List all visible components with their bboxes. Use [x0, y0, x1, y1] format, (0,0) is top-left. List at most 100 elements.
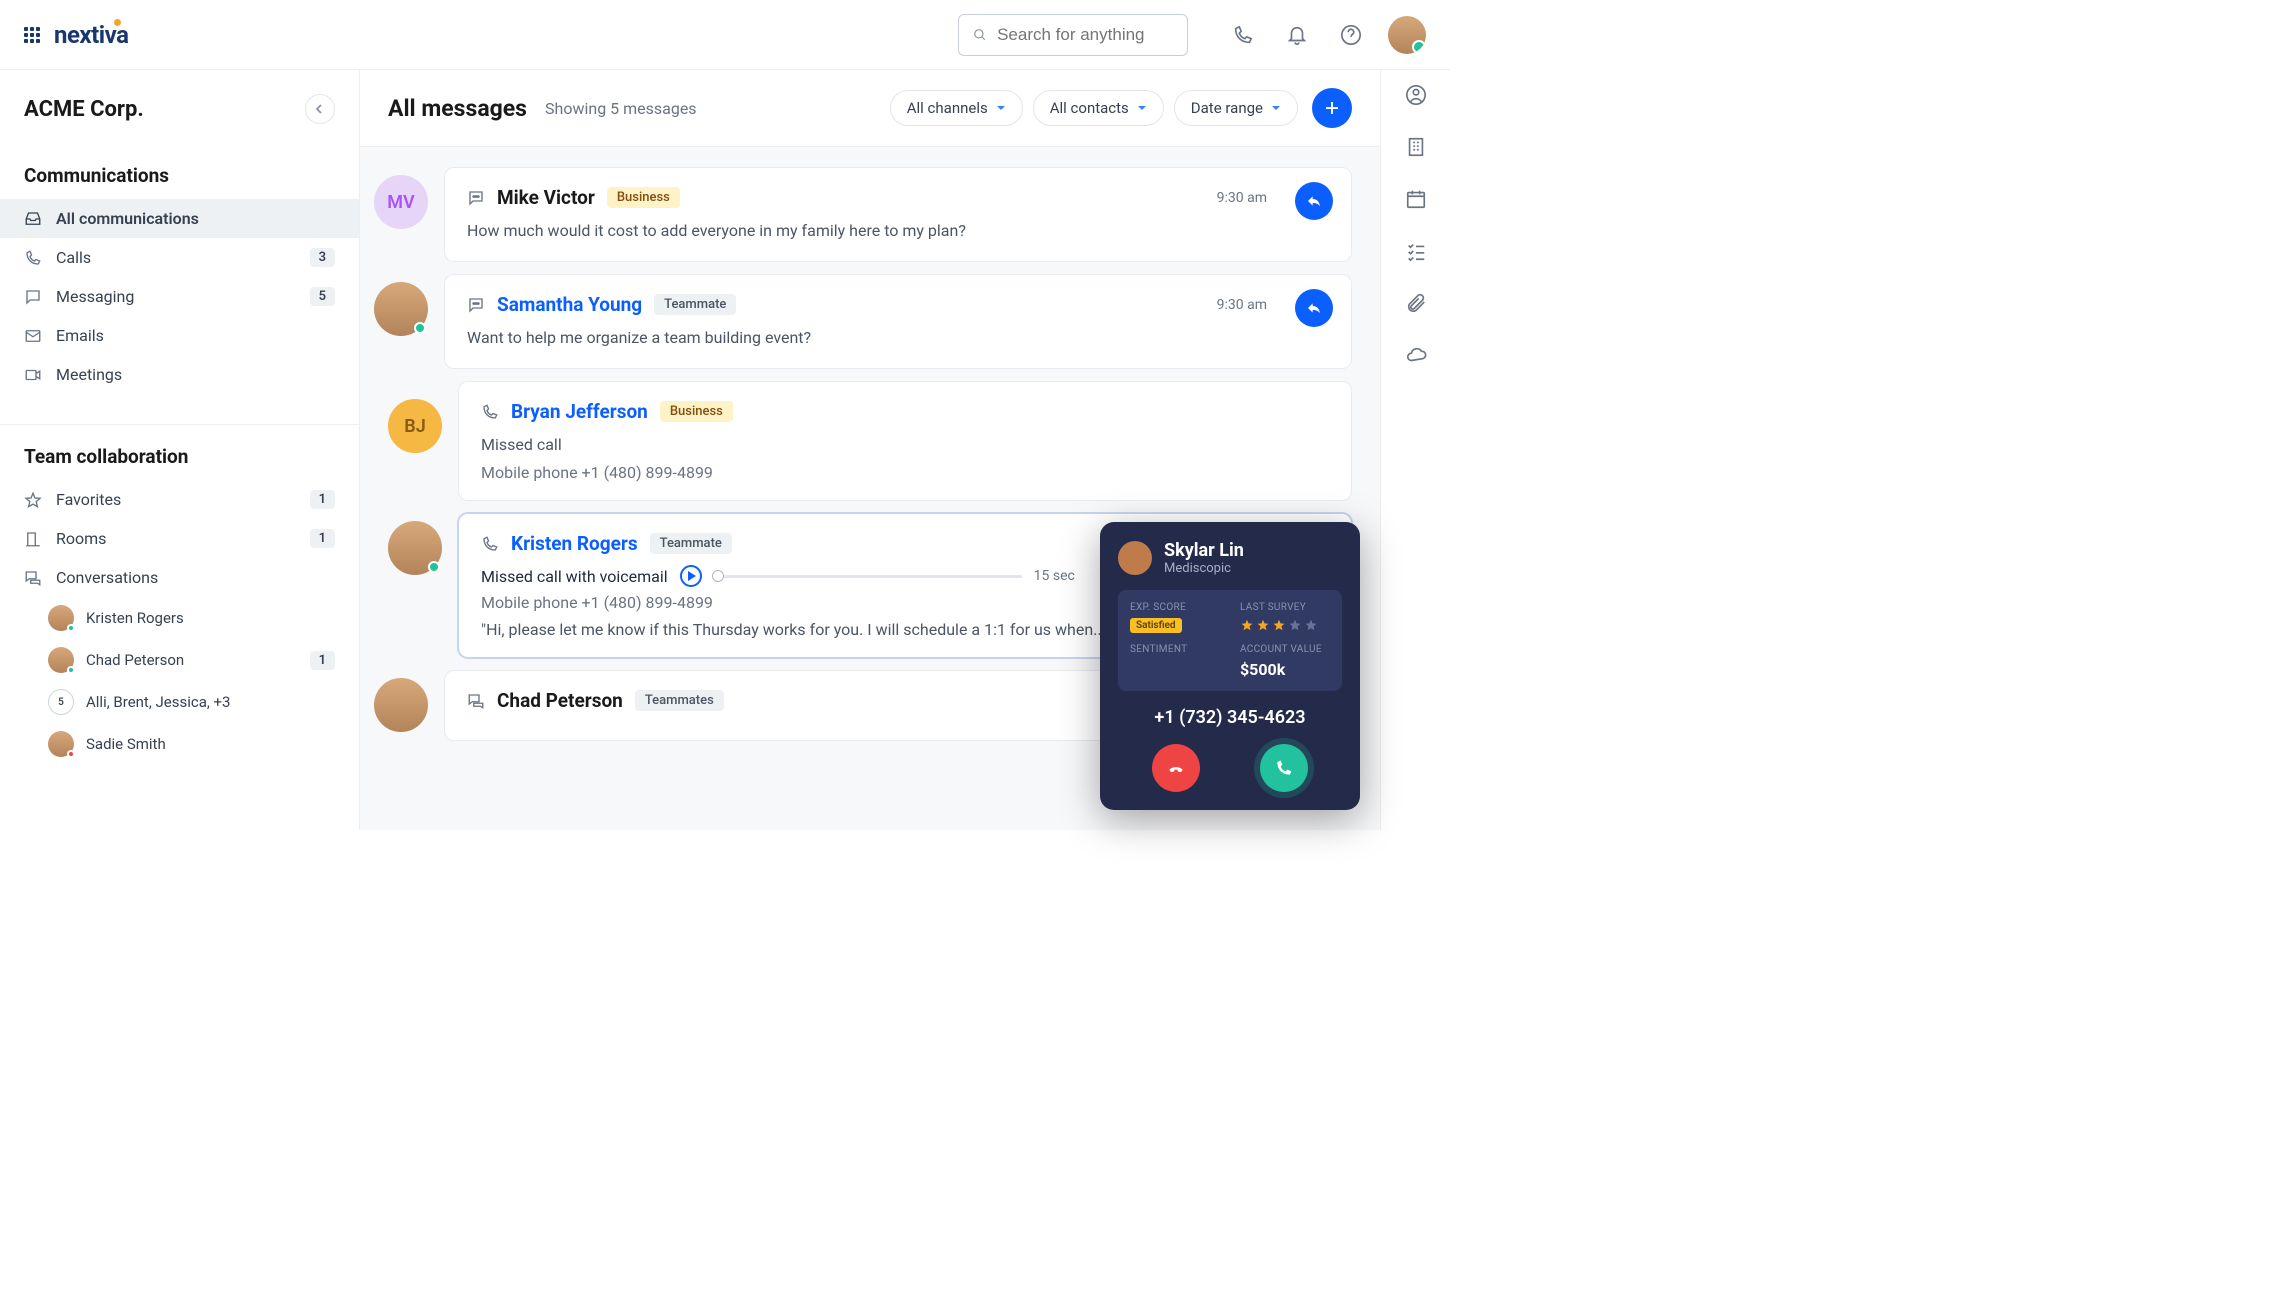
caller-avatar [1118, 541, 1152, 575]
search-field[interactable] [997, 25, 1173, 45]
message-avatar: MV [374, 175, 428, 229]
conversation-name: Alli, Brent, Jessica, +3 [86, 693, 335, 711]
section-team: Team collaboration [0, 424, 359, 480]
new-message-button[interactable] [1312, 88, 1352, 128]
conversation-item[interactable]: Kristen Rogers [0, 597, 359, 639]
nav-meetings[interactable]: Meetings [0, 355, 359, 394]
nav-emails[interactable]: Emails [0, 316, 359, 355]
nav-all-communications[interactable]: All communications [0, 199, 359, 238]
tasks-icon[interactable] [1405, 240, 1427, 262]
nav-favorites[interactable]: Favorites 1 [0, 480, 359, 519]
satisfaction-badge: Satisfied [1130, 618, 1182, 633]
org-name: ACME Corp. [24, 97, 144, 122]
cloud-icon[interactable] [1405, 344, 1427, 366]
phone-icon [481, 403, 499, 421]
reply-button[interactable] [1295, 182, 1333, 220]
voicemail-duration: 15 sec [1034, 568, 1075, 584]
sender-name: Bryan Jefferson [511, 400, 648, 423]
attachment-icon[interactable] [1405, 292, 1427, 314]
page-title: All messages [388, 95, 527, 122]
message-avatar [388, 521, 442, 575]
voicemail-scrubber[interactable] [712, 575, 1022, 578]
star-icon [1288, 618, 1302, 632]
conversation-name: Kristen Rogers [86, 609, 335, 627]
star-icon [1240, 618, 1254, 632]
avatar: 5 [48, 689, 74, 715]
message-body: How much would it cost to add everyone i… [467, 219, 1329, 243]
door-icon [24, 530, 42, 548]
play-voicemail-button[interactable] [680, 565, 702, 587]
message-card[interactable]: Mike VictorBusinessHow much would it cos… [444, 167, 1352, 262]
contact-tag: Business [660, 401, 733, 422]
building-icon[interactable] [1405, 136, 1427, 158]
phone-icon [24, 249, 42, 267]
user-avatar[interactable] [1388, 16, 1426, 54]
message-avatar [374, 678, 428, 732]
conversation-item[interactable]: Sadie Smith [0, 723, 359, 765]
search-icon [973, 27, 987, 43]
page-subtitle: Showing 5 messages [545, 99, 697, 118]
star-icon [1304, 618, 1318, 632]
chats-icon [24, 569, 42, 587]
conversation-name: Chad Peterson [86, 651, 310, 669]
message-body: Want to help me organize a team building… [467, 326, 1329, 350]
message-time: 9:30 am [1217, 190, 1267, 206]
collapse-sidebar-button[interactable] [305, 94, 335, 124]
caret-down-icon [996, 103, 1006, 113]
message-avatar [374, 282, 428, 336]
video-icon [24, 366, 42, 384]
message-card[interactable]: Bryan Jefferson Business Missed call Mobile… [458, 381, 1352, 501]
phone-icon[interactable] [1232, 24, 1254, 46]
chat-icon [467, 296, 485, 314]
star-icon [1272, 618, 1286, 632]
logo: nextiva [54, 21, 128, 49]
conversation-item[interactable]: Chad Peterson1 [0, 639, 359, 681]
search-input[interactable] [958, 14, 1188, 56]
phone-label: Mobile phone +1 (480) 899-4899 [481, 463, 1329, 482]
contact-tag: Teammates [635, 690, 724, 711]
app-switcher-icon[interactable] [24, 27, 40, 43]
caret-down-icon [1137, 103, 1147, 113]
sender-name: Kristen Rogers [511, 532, 638, 555]
filter-contacts[interactable]: All contacts [1033, 90, 1164, 126]
sender-name: Mike Victor [497, 186, 595, 209]
nav-conversations[interactable]: Conversations [0, 558, 359, 597]
caller-phone: +1 (732) 345-4623 [1118, 707, 1342, 728]
calendar-icon[interactable] [1405, 188, 1427, 210]
sidebar: ACME Corp. Communications All communicat… [0, 70, 360, 830]
message-time: 9:30 am [1217, 297, 1267, 313]
accept-call-button[interactable] [1260, 744, 1308, 792]
help-icon[interactable] [1340, 24, 1362, 46]
profile-icon[interactable] [1405, 84, 1427, 106]
nav-calls[interactable]: Calls 3 [0, 238, 359, 277]
phone-icon [481, 535, 499, 553]
phone-icon [1274, 758, 1294, 778]
section-communications: Communications [0, 144, 359, 199]
chevron-left-icon [315, 104, 325, 114]
star-icon [1256, 618, 1270, 632]
filter-date[interactable]: Date range [1174, 90, 1298, 126]
sender-name: Chad Peterson [497, 689, 623, 712]
nav-rooms[interactable]: Rooms 1 [0, 519, 359, 558]
chat-icon [24, 288, 42, 306]
contact-tag: Teammate [650, 533, 732, 554]
filter-channels[interactable]: All channels [890, 90, 1023, 126]
contact-tag: Teammate [654, 294, 736, 315]
caller-org: Mediscopic [1164, 561, 1244, 576]
sender-name: Samantha Young [497, 293, 642, 316]
inbox-icon [24, 210, 42, 228]
decline-call-button[interactable] [1152, 744, 1200, 792]
missed-call-label: Missed call [481, 433, 1329, 457]
incoming-call-card: Skylar Lin Mediscopic EXP. SCORE Satisfi… [1100, 522, 1360, 810]
right-rail [1380, 70, 1450, 830]
avatar [48, 605, 74, 631]
nav-messaging[interactable]: Messaging 5 [0, 277, 359, 316]
star-icon [24, 491, 42, 509]
reply-button[interactable] [1295, 289, 1333, 327]
reply-icon [1306, 193, 1322, 209]
chat-icon [467, 189, 485, 207]
conversation-item[interactable]: 5 Alli, Brent, Jessica, +3 [0, 681, 359, 723]
message-card[interactable]: Samantha Young Teammate Want to help me or… [444, 274, 1352, 369]
plus-icon [1323, 99, 1341, 117]
bell-icon[interactable] [1286, 24, 1308, 46]
